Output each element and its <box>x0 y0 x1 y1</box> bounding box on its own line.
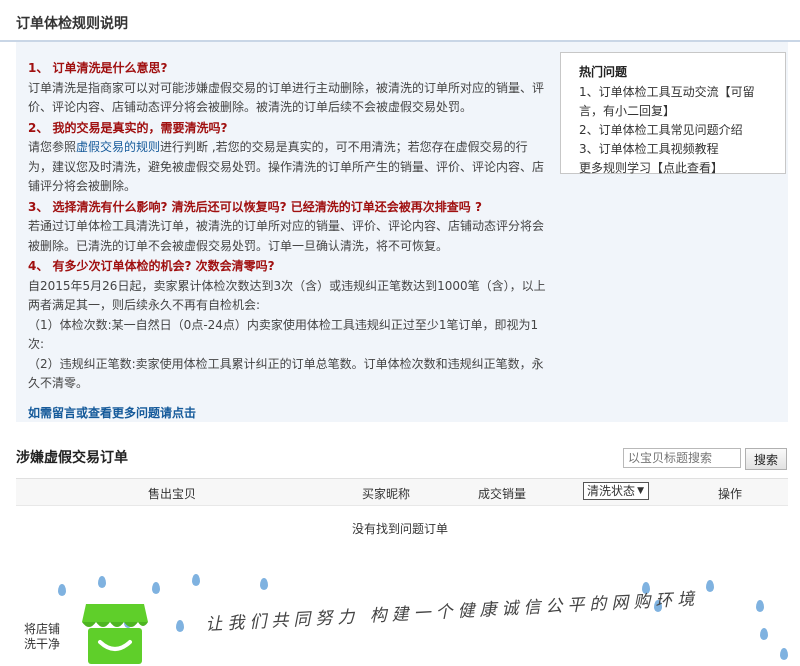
clean-status-label: 清洗状态 <box>587 484 636 498</box>
page-title: 订单体检规则说明 <box>16 16 128 32</box>
water-drop-icon <box>58 584 66 596</box>
water-drop-icon <box>780 648 788 660</box>
suspected-orders-title: 涉嫌虚假交易订单 <box>16 450 128 466</box>
hot-questions-title: 热门问题 <box>579 65 628 79</box>
water-drop-icon <box>192 574 200 586</box>
rule-answer: （1）体检次数:某一自然日（0点-24点）内卖家使用体检工具违规纠正过至少1笔订… <box>28 317 539 352</box>
hot-question-item[interactable]: 更多规则学习【点此查看】 <box>579 159 771 178</box>
water-drop-icon <box>260 578 268 590</box>
column-header-sales: 成交销量 <box>478 487 527 501</box>
rule-answer: 若通过订单体检工具清洗订单，被清洗的订单所对应的销量、评价、评论内容、店铺动态评… <box>28 219 545 253</box>
water-drop-icon <box>756 600 764 612</box>
water-drop-icon <box>760 628 768 640</box>
rule-question: 1、 订单清洗是什么意思? <box>28 61 168 75</box>
water-drop-icon <box>152 582 160 594</box>
hot-questions-box: 热门问题 1、订单体检工具互动交流【可留言，有小二回复】 2、订单体检工具常见问… <box>560 52 786 175</box>
footer-slogan: 让我们共同努力 构建一个健康诚信公平的网购环境 <box>204 589 700 636</box>
rule-answer: （2）违规纠正笔数:卖家使用体检工具累计纠正的订单总笔数。订单体检次数和违规纠正… <box>28 356 544 391</box>
footer-banner: 将店铺 洗干净 让我们共同努力 构建一个健康诚信公平的网购环境 <box>0 560 800 665</box>
hot-question-item[interactable]: 2、订单体检工具常见问题介绍 <box>579 121 771 140</box>
rule-question: 4、 有多少次订单体检的机会? 次数会清零吗? <box>28 259 275 273</box>
column-header-item: 售出宝贝 <box>148 487 197 501</box>
fake-trade-rules-link[interactable]: 虚假交易的规则 <box>76 140 160 154</box>
store-label-line: 将店铺 <box>24 622 61 636</box>
hot-question-item[interactable]: 1、订单体检工具互动交流【可留言，有小二回复】 <box>579 83 771 121</box>
rules-list: 1、 订单清洗是什么意思? 订单清洗是指商家可以对可能涉嫌虚假交易的订单进行主动… <box>28 58 548 423</box>
water-drop-icon <box>98 576 106 588</box>
water-drop-icon <box>176 620 184 632</box>
rule-question: 2、 我的交易是真实的，需要清洗吗? <box>28 120 228 135</box>
rule-answer-text: 请您参照 <box>28 140 77 154</box>
rules-panel: 1、 订单清洗是什么意思? 订单清洗是指商家可以对可能涉嫌虚假交易的订单进行主动… <box>16 42 788 422</box>
page-header: 订单体检规则说明 <box>0 0 800 42</box>
hot-question-item[interactable]: 3、订单体检工具视频教程 <box>579 140 771 159</box>
rule-answer: 自2015年5月26日起，卖家累计体检次数达到3次（含）或违规纠正笔数达到100… <box>28 278 546 313</box>
clean-status-dropdown[interactable]: 清洗状态 ▼ <box>583 482 649 500</box>
column-header-buyer: 买家昵称 <box>362 487 411 501</box>
dropdown-arrow-icon: ▼ <box>637 486 644 496</box>
orders-table-header: 售出宝贝 买家昵称 成交销量 清洗状态 ▼ 操作 <box>16 478 788 506</box>
column-header-action: 操作 <box>718 487 743 501</box>
search-button[interactable]: 搜索 <box>745 448 787 470</box>
rule-answer: 订单清洗是指商家可以对可能涉嫌虚假交易的订单进行主动删除，被清洗的订单所对应的销… <box>28 80 545 115</box>
store-label: 将店铺 洗干净 <box>24 622 60 652</box>
more-questions-link[interactable]: 如需留言或查看更多问题请点击 <box>28 404 548 424</box>
rule-question: 3、 选择清洗有什么影响? 清洗后还可以恢复吗? 已经清洗的订单还会被再次排查吗… <box>28 199 482 214</box>
store-icon <box>82 604 148 664</box>
store-label-line: 洗干净 <box>24 637 61 651</box>
rule-answer: 请您参照虚假交易的规则进行判断 ,若您的交易是真实的，可不用清洗；若您存在虚假交… <box>28 138 548 197</box>
search-input[interactable] <box>623 448 741 468</box>
empty-state-message: 没有找到问题订单 <box>351 522 448 536</box>
